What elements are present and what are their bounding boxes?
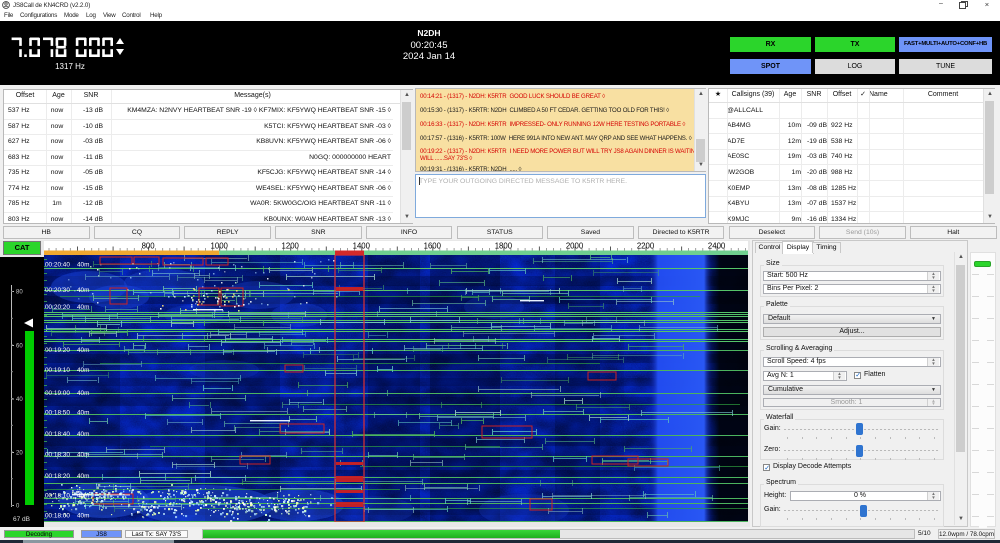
svg-text:00:19:00: 00:19:00 [45, 390, 70, 397]
svg-text:00:18:40: 00:18:40 [45, 431, 70, 438]
svg-text:00:18:10: 00:18:10 [45, 493, 70, 500]
svg-text:2200: 2200 [637, 242, 655, 251]
svg-text:1000: 1000 [211, 242, 229, 251]
svg-text:40: 40 [16, 397, 23, 403]
svg-text:00:18:30: 00:18:30 [45, 452, 70, 459]
svg-text:00:19:10: 00:19:10 [45, 367, 70, 374]
svg-text:40m: 40m [77, 367, 89, 374]
svg-text:40m: 40m [77, 452, 89, 459]
svg-text:1800: 1800 [495, 242, 513, 251]
svg-text:2000: 2000 [566, 242, 584, 251]
svg-text:80: 80 [16, 290, 23, 296]
svg-text:40m: 40m [77, 513, 89, 520]
svg-text:67 dB: 67 dB [13, 516, 30, 523]
svg-text:40m: 40m [77, 347, 89, 354]
svg-text:2400: 2400 [708, 242, 726, 251]
svg-text:40m: 40m [77, 493, 89, 500]
svg-text:1600: 1600 [424, 242, 442, 251]
svg-text:1400: 1400 [353, 242, 371, 251]
svg-text:40m: 40m [77, 473, 89, 480]
svg-text:40m: 40m [77, 304, 89, 311]
svg-text:00:18:00: 00:18:00 [45, 513, 70, 520]
svg-text:00:18:20: 00:18:20 [45, 473, 70, 480]
svg-text:800: 800 [142, 242, 156, 251]
svg-text:00:20:30: 00:20:30 [45, 287, 70, 294]
svg-text:00:18:50: 00:18:50 [45, 410, 70, 417]
svg-text:40m: 40m [77, 410, 89, 417]
svg-text:00:20:20: 00:20:20 [45, 304, 70, 311]
svg-text:40m: 40m [77, 390, 89, 397]
svg-text:40m: 40m [77, 262, 89, 269]
svg-text:1200: 1200 [282, 242, 300, 251]
svg-text:40m: 40m [77, 287, 89, 294]
svg-text:00:19:20: 00:19:20 [45, 347, 70, 354]
svg-text:20: 20 [16, 451, 23, 457]
svg-text:40m: 40m [77, 431, 89, 438]
svg-text:60: 60 [16, 344, 23, 350]
svg-text:00:20:40: 00:20:40 [45, 262, 70, 269]
